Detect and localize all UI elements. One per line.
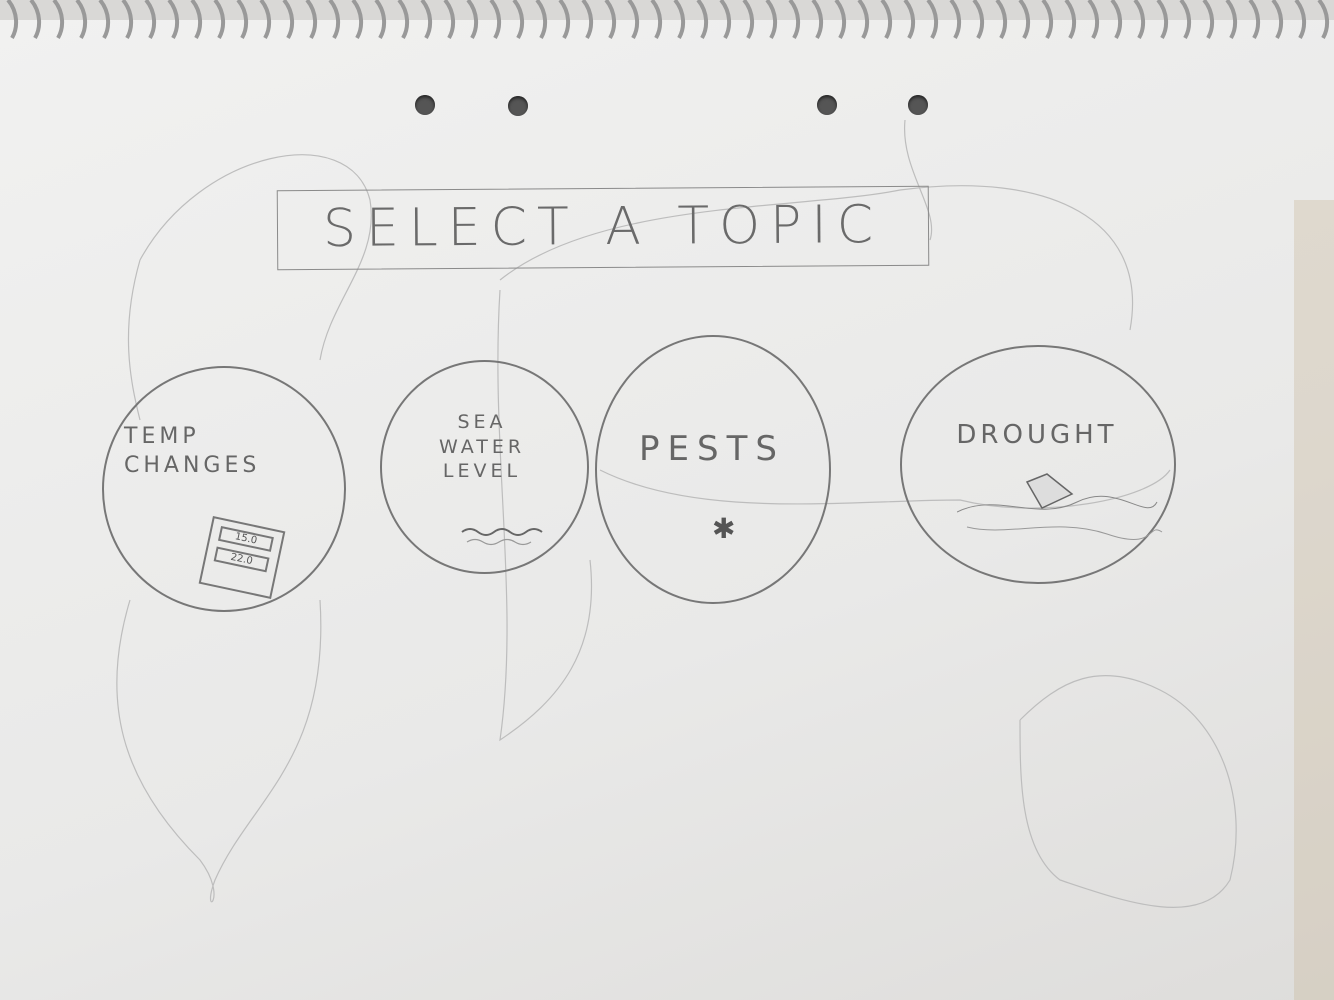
dry-land-icon — [957, 473, 1163, 540]
thermometer-readout-icon: 15.0 22.0 — [198, 516, 286, 599]
topic-pests[interactable]: PESTS ✱ — [595, 335, 831, 604]
waves-icon — [461, 528, 543, 546]
topic-label: PESTS — [639, 429, 785, 469]
topic-label: SEA WATER LEVEL — [438, 411, 526, 483]
mosquito-icon: ✱ — [712, 512, 736, 545]
topic-label: TEMP CHANGES — [124, 424, 261, 478]
topic-drought[interactable]: DROUGHT — [900, 345, 1176, 584]
title-banner: SELECT A TOPIC — [276, 185, 930, 271]
page-title: SELECT A TOPIC — [322, 195, 884, 259]
topic-label: DROUGHT — [956, 420, 1118, 450]
topic-sea-water-level[interactable]: SEA WATER LEVEL — [380, 360, 589, 574]
reading-low: 22.0 — [213, 546, 270, 573]
